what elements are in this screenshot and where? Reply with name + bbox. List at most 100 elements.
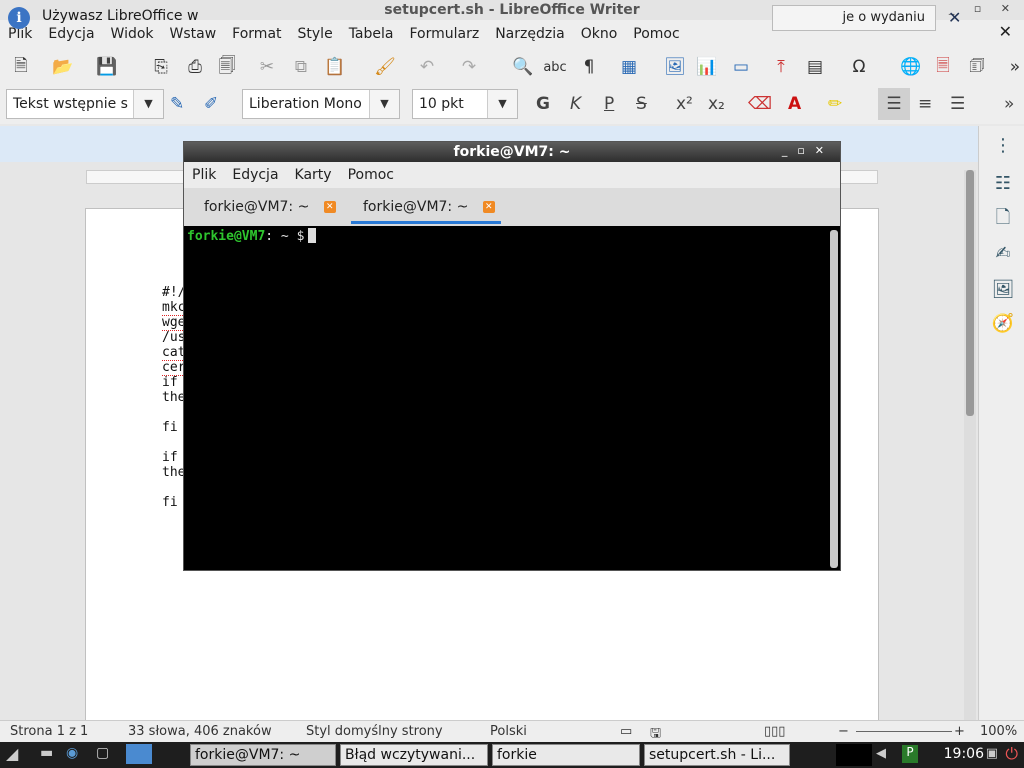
- taskbar-item-folder[interactable]: forkie: [492, 744, 640, 766]
- superscript-icon[interactable]: x²: [676, 94, 693, 114]
- menu-wstaw[interactable]: Wstaw: [162, 26, 225, 42]
- footnote-icon[interactable]: 🗏: [930, 54, 956, 80]
- insert-field-icon[interactable]: ▤: [802, 54, 828, 80]
- formatting-marks-icon[interactable]: ¶: [576, 54, 602, 80]
- navigator-icon[interactable]: 🧭: [991, 312, 1015, 336]
- taskbar-item-terminal[interactable]: forkie@VM7: ~: [190, 744, 336, 766]
- menu-tabela[interactable]: Tabela: [341, 26, 402, 42]
- undo-icon[interactable]: ↶: [414, 54, 440, 80]
- print-icon[interactable]: ⎙: [182, 54, 208, 80]
- taskbar-item-browser[interactable]: Błąd wczytywani...: [340, 744, 488, 766]
- toolbar-overflow-icon[interactable]: »: [1004, 94, 1014, 114]
- infobar-close-icon[interactable]: ✕: [948, 8, 961, 27]
- clear-formatting-icon[interactable]: ⌫: [748, 94, 772, 114]
- terminal-screen[interactable]: forkie@VM7: ~ $: [184, 226, 840, 570]
- export-pdf-icon[interactable]: ⎘: [148, 54, 174, 80]
- file-manager-launcher-icon[interactable]: ▢: [96, 745, 109, 761]
- terminal-title-bar[interactable]: forkie@VM7: ~: [184, 142, 840, 162]
- chevron-down-icon[interactable]: ▼: [487, 90, 517, 118]
- update-style-icon[interactable]: ✎: [170, 94, 184, 114]
- zoom-in-icon[interactable]: +: [954, 724, 965, 739]
- comment-icon[interactable]: 🗊: [964, 54, 990, 80]
- workspace-icon[interactable]: [126, 744, 152, 764]
- new-document-icon[interactable]: 🗎: [8, 54, 34, 80]
- release-notes-button[interactable]: je o wydaniu: [772, 5, 936, 31]
- insert-image-icon[interactable]: 🖼: [662, 54, 688, 80]
- zoom-out-icon[interactable]: −: [838, 724, 849, 739]
- close-tab-icon[interactable]: ✕: [482, 201, 495, 213]
- redo-icon[interactable]: ↷: [456, 54, 482, 80]
- highlight-color-icon[interactable]: ✏: [828, 94, 842, 114]
- close-tab-icon[interactable]: ✕: [323, 201, 336, 213]
- menu-pomoc[interactable]: Pomoc: [625, 26, 687, 42]
- print-preview-icon[interactable]: 🗐: [214, 54, 240, 80]
- insert-textbox-icon[interactable]: ▭: [728, 54, 754, 80]
- terminal-tab-active[interactable]: forkie@VM7: ~ ✕: [351, 194, 501, 224]
- terminal-tab[interactable]: forkie@VM7: ~ ✕: [204, 194, 336, 224]
- power-icon[interactable]: ⏻: [1005, 744, 1018, 764]
- menu-widok[interactable]: Widok: [103, 26, 162, 42]
- page-style[interactable]: Styl domyślny strony: [306, 724, 443, 739]
- sidebar-menu-icon[interactable]: ⋮: [991, 134, 1015, 158]
- gallery-icon[interactable]: 🖼: [991, 278, 1015, 302]
- terminal-menu-plik[interactable]: Plik: [184, 167, 224, 183]
- paste-icon[interactable]: 📋: [322, 54, 348, 80]
- open-folder-icon[interactable]: 📂: [50, 54, 76, 80]
- menu-edycja[interactable]: Edycja: [40, 26, 102, 42]
- terminal-menu-karty[interactable]: Karty: [287, 167, 340, 183]
- new-style-icon[interactable]: ✐: [204, 94, 218, 114]
- terminal-window-controls[interactable]: _▫✕: [782, 144, 834, 157]
- underline-button[interactable]: P: [604, 94, 614, 114]
- page-icon[interactable]: 🗋: [991, 206, 1015, 230]
- font-color-icon[interactable]: A: [788, 94, 801, 114]
- styles-icon[interactable]: ✍: [991, 242, 1015, 266]
- align-center-icon[interactable]: ≡: [918, 94, 932, 114]
- font-size-combo[interactable]: 10 pkt ▼: [412, 89, 518, 119]
- zoom-slider[interactable]: [856, 731, 952, 732]
- taskbar-item-writer[interactable]: setupcert.sh - Li...: [644, 744, 790, 766]
- page-break-icon[interactable]: ⤒: [768, 54, 794, 80]
- terminal-menu-pomoc[interactable]: Pomoc: [340, 167, 402, 183]
- toolbar-overflow-icon[interactable]: »: [1002, 54, 1024, 80]
- volume-icon[interactable]: ◀: [876, 746, 886, 761]
- properties-icon[interactable]: ☷: [991, 172, 1015, 196]
- terminal-window[interactable]: forkie@VM7: ~ _▫✕ Plik Edycja Karty Pomo…: [183, 141, 841, 571]
- special-character-icon[interactable]: Ω: [846, 54, 872, 80]
- spelling-icon[interactable]: abc: [542, 54, 568, 80]
- insert-table-icon[interactable]: ▦: [616, 54, 642, 80]
- scrollbar-thumb[interactable]: [966, 170, 974, 416]
- align-right-icon[interactable]: ☰: [950, 94, 965, 114]
- strikethrough-button[interactable]: S: [636, 94, 647, 114]
- language[interactable]: Polski: [490, 724, 527, 739]
- clone-formatting-icon[interactable]: 🖌: [372, 54, 398, 80]
- show-desktop-icon[interactable]: ▬: [40, 745, 53, 761]
- italic-button[interactable]: K: [570, 94, 581, 114]
- start-menu-icon[interactable]: ◢: [6, 744, 18, 763]
- menu-okno[interactable]: Okno: [573, 26, 626, 42]
- bold-button[interactable]: G: [536, 94, 550, 114]
- find-replace-icon[interactable]: 🔍: [510, 54, 536, 80]
- font-name-combo[interactable]: Liberation Mono ▼: [242, 89, 400, 119]
- hyperlink-icon[interactable]: 🌐: [898, 54, 924, 80]
- terminal-menu-edycja[interactable]: Edycja: [224, 167, 286, 183]
- menu-narzedzia[interactable]: Narzędzia: [487, 26, 572, 42]
- menu-style[interactable]: Style: [290, 26, 341, 42]
- copy-icon[interactable]: ⧉: [288, 54, 314, 80]
- selection-mode-icon[interactable]: ▭: [620, 724, 632, 739]
- save-icon[interactable]: 💾: [94, 54, 120, 80]
- tray-app-icon[interactable]: P: [902, 745, 918, 763]
- align-left-icon[interactable]: ☰: [878, 88, 910, 120]
- terminal-scrollbar[interactable]: [830, 230, 838, 568]
- subscript-icon[interactable]: x₂: [708, 94, 725, 114]
- view-layout-icon[interactable]: ▯▯▯: [764, 724, 785, 739]
- clock[interactable]: 19:06: [944, 746, 984, 762]
- paragraph-style-combo[interactable]: Tekst wstępnie s ▼: [6, 89, 164, 119]
- network-icon[interactable]: ▣: [986, 746, 998, 761]
- menu-formularz[interactable]: Formularz: [401, 26, 487, 42]
- insert-chart-icon[interactable]: 📊: [694, 54, 720, 80]
- menu-format[interactable]: Format: [224, 26, 289, 42]
- chevron-down-icon[interactable]: ▼: [133, 90, 163, 118]
- zoom-level[interactable]: 100%: [980, 724, 1017, 739]
- close-document-icon[interactable]: ✕: [999, 22, 1012, 41]
- browser-launcher-icon[interactable]: ◉: [66, 745, 78, 761]
